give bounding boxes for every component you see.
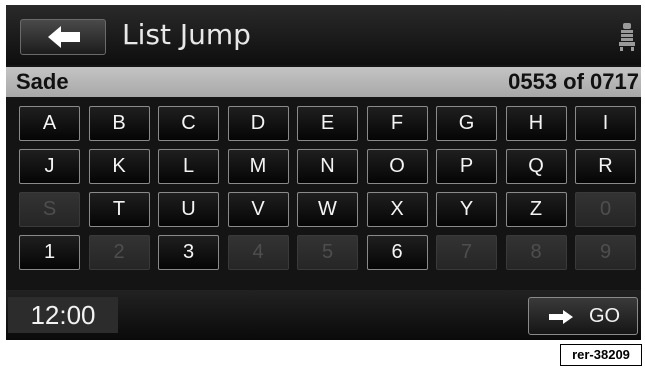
clock-display: 12:00: [8, 297, 118, 333]
key-7: 7: [436, 235, 497, 270]
go-button[interactable]: GO: [528, 297, 638, 335]
key-q[interactable]: Q: [505, 149, 567, 184]
key-s: S: [19, 192, 80, 227]
key-g[interactable]: G: [436, 106, 497, 141]
key-i[interactable]: I: [575, 106, 636, 141]
selected-item-name: Sade: [16, 69, 69, 94]
right-arrow-icon: [549, 310, 573, 324]
key-t[interactable]: T: [88, 192, 150, 227]
key-2: 2: [88, 235, 150, 270]
key-x[interactable]: X: [366, 192, 428, 227]
figure-reference-label: rer-38209: [560, 344, 642, 366]
back-button[interactable]: [20, 19, 106, 55]
key-c[interactable]: C: [158, 106, 219, 141]
key-5: 5: [297, 235, 358, 270]
key-3[interactable]: 3: [158, 235, 219, 270]
character-keypad: ABCDEFGHI JKLMNOPQR STUVWXYZ0 123456789: [19, 106, 641, 286]
key-6[interactable]: 6: [366, 235, 428, 270]
key-8: 8: [505, 235, 567, 270]
key-d[interactable]: D: [227, 106, 289, 141]
key-a[interactable]: A: [19, 106, 80, 141]
key-0: 0: [575, 192, 636, 227]
key-n[interactable]: N: [297, 149, 358, 184]
key-z[interactable]: Z: [505, 192, 567, 227]
key-b[interactable]: B: [88, 106, 150, 141]
selection-bar: Sade 0553 of 0717: [6, 67, 641, 97]
seat-icon[interactable]: [618, 23, 636, 55]
key-k[interactable]: K: [88, 149, 150, 184]
selected-item-position: 0553 of 0717: [508, 69, 639, 94]
key-9: 9: [575, 235, 636, 270]
key-1[interactable]: 1: [19, 235, 80, 270]
key-v[interactable]: V: [227, 192, 289, 227]
header-bar: List Jump: [6, 5, 641, 65]
key-e[interactable]: E: [297, 106, 358, 141]
key-o[interactable]: O: [366, 149, 428, 184]
left-arrow-icon: [48, 26, 80, 48]
key-w[interactable]: W: [297, 192, 358, 227]
go-label: GO: [589, 305, 621, 327]
key-h[interactable]: H: [505, 106, 567, 141]
key-u[interactable]: U: [158, 192, 219, 227]
page-title: List Jump: [122, 18, 251, 51]
key-m[interactable]: M: [227, 149, 289, 184]
key-y[interactable]: Y: [436, 192, 497, 227]
key-p[interactable]: P: [436, 149, 497, 184]
key-r[interactable]: R: [575, 149, 636, 184]
radio-screen: List Jump Sade 0553 of 0717 ABCDEFGHI JKL…: [6, 5, 641, 340]
key-j[interactable]: J: [19, 149, 80, 184]
footer-bar: 12:00 GO: [6, 290, 641, 340]
key-l[interactable]: L: [158, 149, 219, 184]
key-f[interactable]: F: [366, 106, 428, 141]
key-4: 4: [227, 235, 289, 270]
